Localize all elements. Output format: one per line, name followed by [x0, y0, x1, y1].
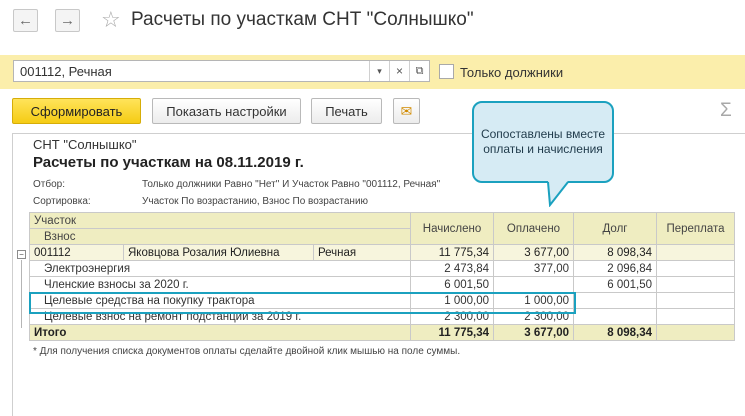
window-title: Расчеты по участкам СНТ "Солнышко" — [131, 9, 474, 30]
row-paid[interactable]: 377,00 — [493, 260, 574, 277]
highlight-frame — [29, 292, 576, 314]
group-owner: Яковцова Розалия Юлиевна — [123, 244, 314, 261]
row-debt[interactable]: 6 001,50 — [573, 276, 657, 293]
row-accrued[interactable]: 6 001,50 — [410, 276, 494, 293]
sort-caption: Сортировка: — [33, 196, 91, 207]
total-debt[interactable]: 8 098,34 — [573, 324, 657, 341]
row-overpaid[interactable] — [656, 260, 735, 277]
group-debt[interactable]: 8 098,34 — [573, 244, 657, 261]
row-fee-name: Членские взносы за 2020 г. — [29, 276, 411, 293]
only-debtors-label: Только должники — [460, 65, 564, 80]
filter-text: Только должники Равно "Нет" И Участок Ра… — [142, 179, 441, 190]
tree-line — [21, 260, 22, 328]
callout-bubble: Сопоставлены вместе оплаты и начисления — [472, 101, 614, 183]
group-street: Речная — [313, 244, 411, 261]
plot-filter-value: 001112, Речная — [20, 64, 112, 79]
row-fee-name: Электроэнергия — [29, 260, 411, 277]
group-accrued[interactable]: 11 775,34 — [410, 244, 494, 261]
total-label: Итого — [29, 324, 411, 341]
callout-text: Сопоставлены вместе оплаты и начисления — [480, 127, 606, 156]
col-accrued: Начислено — [410, 212, 494, 245]
row-debt[interactable] — [573, 308, 657, 325]
header-row-1: Участок Начислено Оплачено Долг Переплат… — [29, 212, 735, 245]
row-overpaid[interactable] — [656, 292, 735, 309]
generate-button[interactable]: Сформировать — [12, 98, 141, 124]
arrow-left-icon: ← — [18, 12, 33, 29]
title-bar: ← → ☆ Расчеты по участкам СНТ "Солнышко" — [0, 0, 745, 44]
row-accrued[interactable]: 2 473,84 — [410, 260, 494, 277]
sum-icon[interactable]: Σ — [720, 100, 732, 122]
report-table: Участок Начислено Оплачено Долг Переплат… — [29, 212, 735, 341]
report-footnote: * Для получения списка документов оплаты… — [33, 346, 461, 357]
group-overpaid[interactable] — [656, 244, 735, 261]
row-debt[interactable]: 2 096,84 — [573, 260, 657, 277]
dropdown-icon[interactable]: ▾ — [369, 61, 389, 81]
only-debtors-checkbox[interactable] — [439, 64, 454, 79]
callout-pointer-icon — [547, 181, 569, 207]
row-paid[interactable] — [493, 276, 574, 293]
total-overpaid[interactable] — [656, 324, 735, 341]
report-org: СНТ "Солнышко" — [33, 137, 137, 152]
group-plot: 001112 — [29, 244, 124, 261]
send-mail-button[interactable]: ✉ — [393, 98, 420, 124]
row-overpaid[interactable] — [656, 308, 735, 325]
open-icon[interactable]: ⧉ — [409, 61, 429, 81]
group-row[interactable]: 001112 Яковцова Розалия Юлиевна Речная 1… — [29, 244, 735, 261]
group-paid[interactable]: 3 677,00 — [493, 244, 574, 261]
forward-button[interactable]: → — [55, 9, 80, 32]
col-fee: Взнос — [29, 228, 411, 245]
clear-icon[interactable]: × — [389, 61, 409, 81]
total-row[interactable]: Итого 11 775,34 3 677,00 8 098,34 — [29, 324, 735, 341]
total-paid[interactable]: 3 677,00 — [493, 324, 574, 341]
sort-text: Участок По возрастанию, Взнос По возраст… — [142, 196, 369, 207]
row-overpaid[interactable] — [656, 276, 735, 293]
collapse-group-icon[interactable]: − — [17, 250, 26, 259]
row-debt[interactable] — [573, 292, 657, 309]
show-settings-button[interactable]: Показать настройки — [152, 98, 301, 124]
plot-filter-combo[interactable]: 001112, Речная ▾ × ⧉ — [13, 60, 430, 82]
col-overpaid: Переплата — [656, 212, 735, 245]
filter-bar: 001112, Речная ▾ × ⧉ Только должники — [0, 55, 745, 89]
table-row[interactable]: Членские взносы за 2020 г. 6 001,50 6 00… — [29, 276, 735, 293]
col-debt: Долг — [573, 212, 657, 245]
envelope-icon: ✉ — [400, 102, 413, 119]
report-area: СНТ "Солнышко" Расчеты по участкам на 08… — [12, 133, 745, 416]
favorite-star-icon[interactable]: ☆ — [101, 8, 121, 32]
arrow-right-icon: → — [60, 12, 75, 29]
total-accrued[interactable]: 11 775,34 — [410, 324, 494, 341]
print-button[interactable]: Печать — [311, 98, 382, 124]
table-row[interactable]: Электроэнергия 2 473,84 377,00 2 096,84 — [29, 260, 735, 277]
filter-caption: Отбор: — [33, 179, 65, 190]
report-heading: Расчеты по участкам на 08.11.2019 г. — [33, 154, 304, 171]
col-paid: Оплачено — [493, 212, 574, 245]
col-plot: Участок — [29, 212, 411, 229]
back-button[interactable]: ← — [13, 9, 38, 32]
